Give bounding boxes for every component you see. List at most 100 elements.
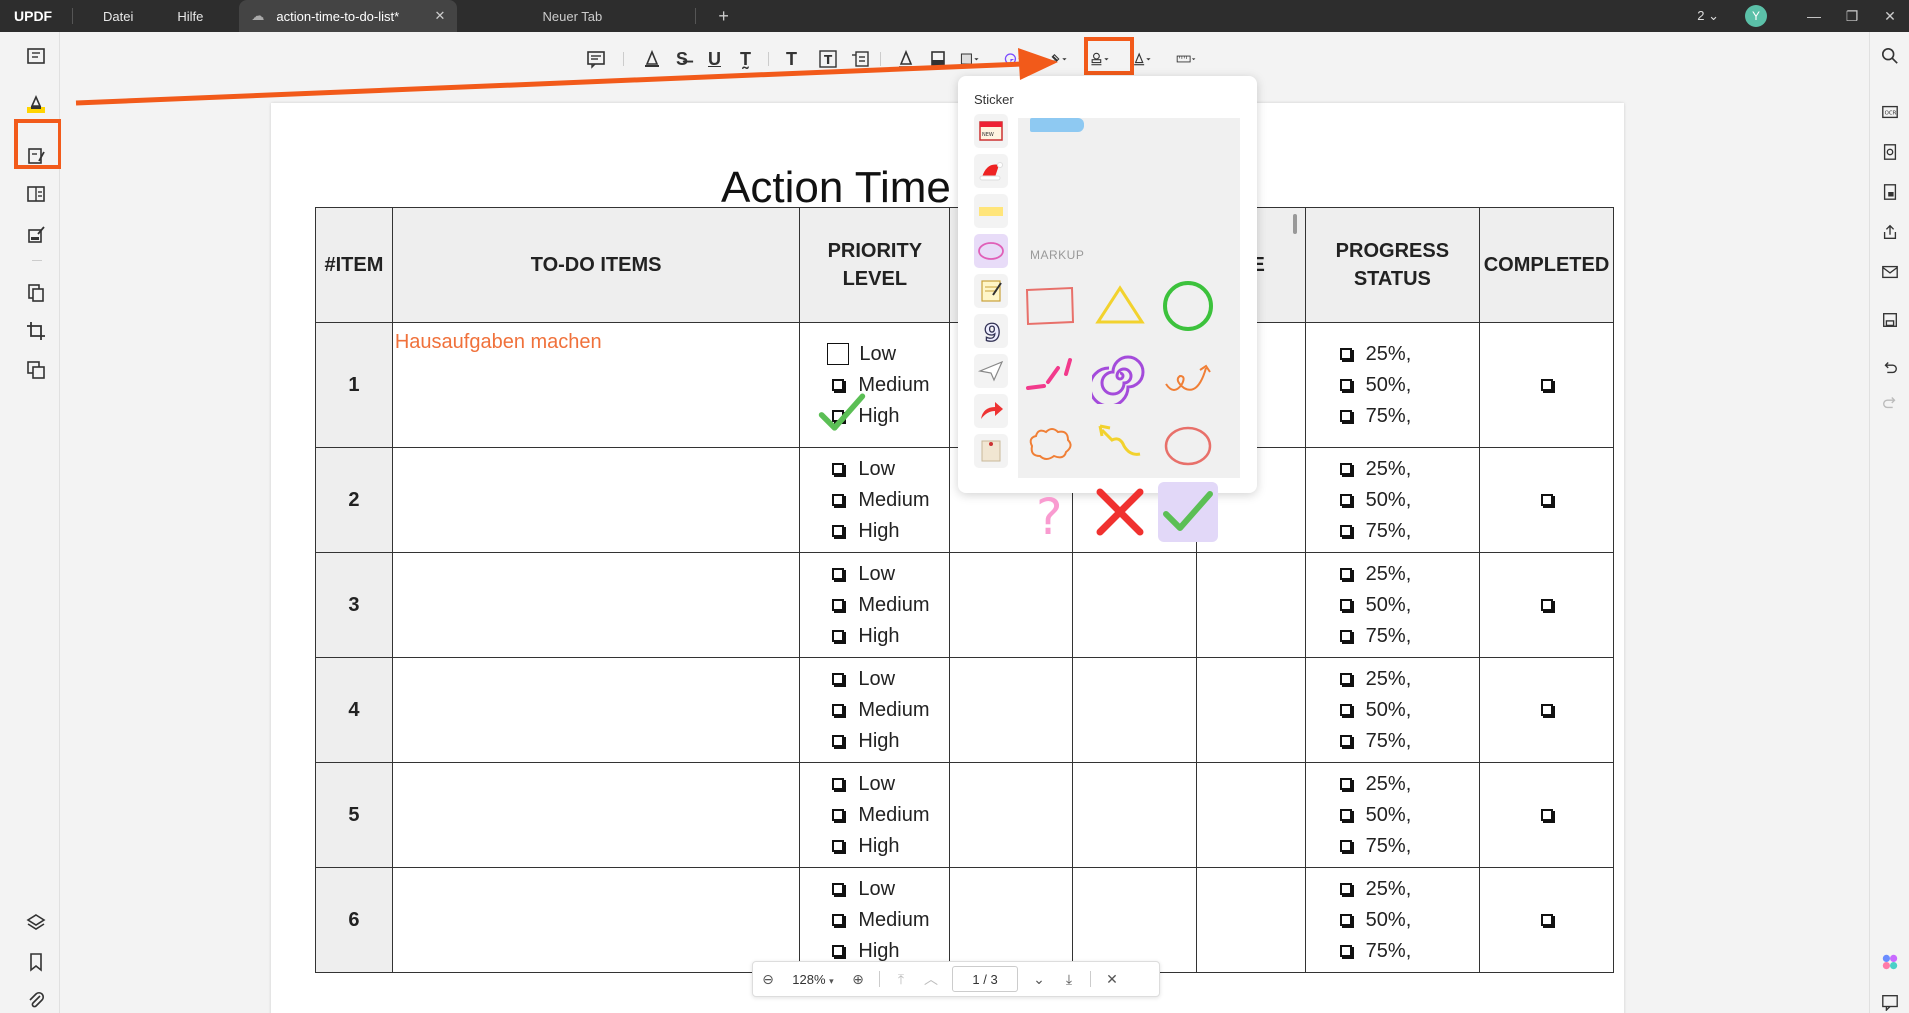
next-page-icon[interactable]: ⌄ (1024, 971, 1054, 988)
priority-option[interactable]: Low (832, 454, 949, 485)
paper-note-sticker-icon[interactable] (974, 434, 1008, 468)
tab-neuer-tab[interactable]: Neuer Tab (457, 0, 687, 32)
priority-option[interactable]: Medium (832, 905, 949, 936)
page-count-dropdown[interactable]: 2 ⌄ (1697, 8, 1719, 24)
avatar[interactable]: Y (1745, 5, 1767, 27)
ellipse-markup-icon[interactable] (1158, 414, 1218, 474)
triangle-markup-icon[interactable] (1090, 276, 1150, 336)
checkbox-icon[interactable] (1339, 410, 1352, 423)
checkbox-icon[interactable] (1339, 914, 1352, 927)
restore-icon[interactable]: ❐ (1833, 8, 1871, 25)
checkbox-icon[interactable] (832, 778, 845, 791)
checkbox-icon[interactable] (1339, 494, 1352, 507)
search-icon[interactable] (1880, 46, 1900, 66)
checkbox-icon[interactable] (1339, 809, 1352, 822)
checkbox-icon[interactable] (832, 494, 845, 507)
zoom-out-icon[interactable]: ⊖ (753, 971, 783, 988)
rectangle-markup-icon[interactable] (1020, 276, 1080, 336)
checkbox-icon[interactable] (1339, 630, 1352, 643)
first-page-icon[interactable]: ⤒ (886, 971, 916, 988)
completed-checkbox-icon[interactable] (1540, 914, 1553, 927)
menu-hilfe[interactable]: Hilfe (155, 9, 225, 24)
progress-option[interactable]: 25%, (1339, 769, 1479, 800)
sticker-icon[interactable] (1004, 47, 1024, 71)
save-icon[interactable] (1880, 310, 1900, 330)
ai-assistant-icon[interactable] (1880, 952, 1900, 972)
priority-option[interactable]: High (832, 621, 949, 652)
todo-item-cell[interactable] (391, 657, 801, 763)
checkbox-icon[interactable] (832, 525, 845, 538)
progress-option[interactable]: 75%, (1339, 936, 1479, 967)
checkbox-icon[interactable] (832, 809, 845, 822)
checkbox-icon[interactable] (1339, 525, 1352, 538)
empty-cell[interactable] (949, 867, 1074, 973)
text-box-icon[interactable]: T (818, 47, 838, 71)
tape-sticker-icon[interactable] (1030, 118, 1084, 132)
progress-option[interactable]: 50%, (1339, 905, 1479, 936)
priority-option[interactable]: Medium (832, 485, 949, 516)
checkmark-markup-icon[interactable] (1158, 482, 1218, 542)
calendar-sticker-icon[interactable]: NEW (974, 114, 1008, 148)
checkbox-icon[interactable] (1339, 883, 1352, 896)
last-page-icon[interactable]: ⤓ (1054, 971, 1084, 988)
checkbox-icon[interactable] (827, 343, 850, 366)
completed-checkbox-icon[interactable] (1540, 809, 1553, 822)
priority-option[interactable]: Medium (832, 590, 949, 621)
priority-option[interactable]: High (832, 516, 949, 547)
markup-category-icon[interactable] (974, 234, 1008, 268)
checkbox-icon[interactable] (832, 840, 845, 853)
undo-icon[interactable] (1880, 357, 1900, 377)
text-comment-icon[interactable]: T (786, 47, 797, 71)
curved-arrow-sticker-icon[interactable] (974, 394, 1008, 428)
checkbox-icon[interactable] (832, 568, 845, 581)
note-strip-sticker-icon[interactable] (974, 194, 1008, 228)
priority-option[interactable]: Medium (832, 800, 949, 831)
zoom-level[interactable]: 128% ▾ (783, 972, 843, 987)
progress-option[interactable]: 25%, (1339, 559, 1479, 590)
checkbox-icon[interactable] (832, 914, 845, 927)
x-mark-markup-icon[interactable] (1090, 482, 1150, 542)
progress-option[interactable]: 50%, (1339, 485, 1479, 516)
pin-icon[interactable] (1048, 47, 1068, 71)
completed-checkbox-icon[interactable] (1540, 599, 1553, 612)
close-zoombar-icon[interactable]: ✕ (1097, 971, 1127, 988)
organize-pages-icon[interactable] (26, 283, 46, 303)
progress-option[interactable]: 50%, (1339, 370, 1479, 401)
eraser-icon[interactable] (928, 47, 948, 71)
tab-close-icon[interactable]: ✕ (434, 8, 445, 24)
progress-option[interactable]: 25%, (1339, 874, 1479, 905)
todo-item-cell[interactable]: Hausaufgaben machen (391, 322, 801, 448)
pencil-icon[interactable] (896, 47, 916, 71)
empty-cell[interactable] (1196, 762, 1306, 868)
progress-option[interactable]: 25%, (1339, 664, 1479, 695)
fill-sign-icon[interactable] (26, 225, 46, 245)
menu-datei[interactable]: Datei (81, 9, 155, 24)
checkbox-icon[interactable] (1339, 348, 1352, 361)
bookmark-icon[interactable] (26, 952, 46, 972)
checkbox-icon[interactable] (1339, 735, 1352, 748)
priority-option[interactable]: Low (827, 339, 949, 370)
progress-option[interactable]: 75%, (1339, 621, 1479, 652)
comments-panel-icon[interactable] (1880, 992, 1900, 1012)
progress-option[interactable]: 75%, (1339, 401, 1479, 432)
paper-plane-sticker-icon[interactable] (974, 354, 1008, 388)
empty-cell[interactable] (1072, 867, 1198, 973)
checkmark-sticker[interactable] (816, 387, 868, 439)
priority-option[interactable]: High (832, 831, 949, 862)
minimize-icon[interactable]: — (1795, 8, 1833, 24)
checkbox-icon[interactable] (1339, 463, 1352, 476)
progress-option[interactable]: 75%, (1339, 831, 1479, 862)
checkbox-icon[interactable] (1339, 379, 1352, 392)
checkbox-icon[interactable] (832, 883, 845, 896)
previous-page-icon[interactable]: ︿ (916, 969, 946, 989)
redo-icon[interactable] (1880, 392, 1900, 412)
layers-icon[interactable] (26, 912, 46, 932)
squiggly-icon[interactable]: T̰ (740, 47, 751, 71)
tab-action-time[interactable]: ☁ action-time-to-do-list* ✕ (239, 0, 458, 32)
checkbox-icon[interactable] (1339, 945, 1352, 958)
batch-icon[interactable] (26, 360, 46, 380)
checkbox-icon[interactable] (832, 463, 845, 476)
empty-cell[interactable] (949, 657, 1074, 763)
checkbox-icon[interactable] (1339, 568, 1352, 581)
todo-item-cell[interactable] (391, 867, 801, 973)
